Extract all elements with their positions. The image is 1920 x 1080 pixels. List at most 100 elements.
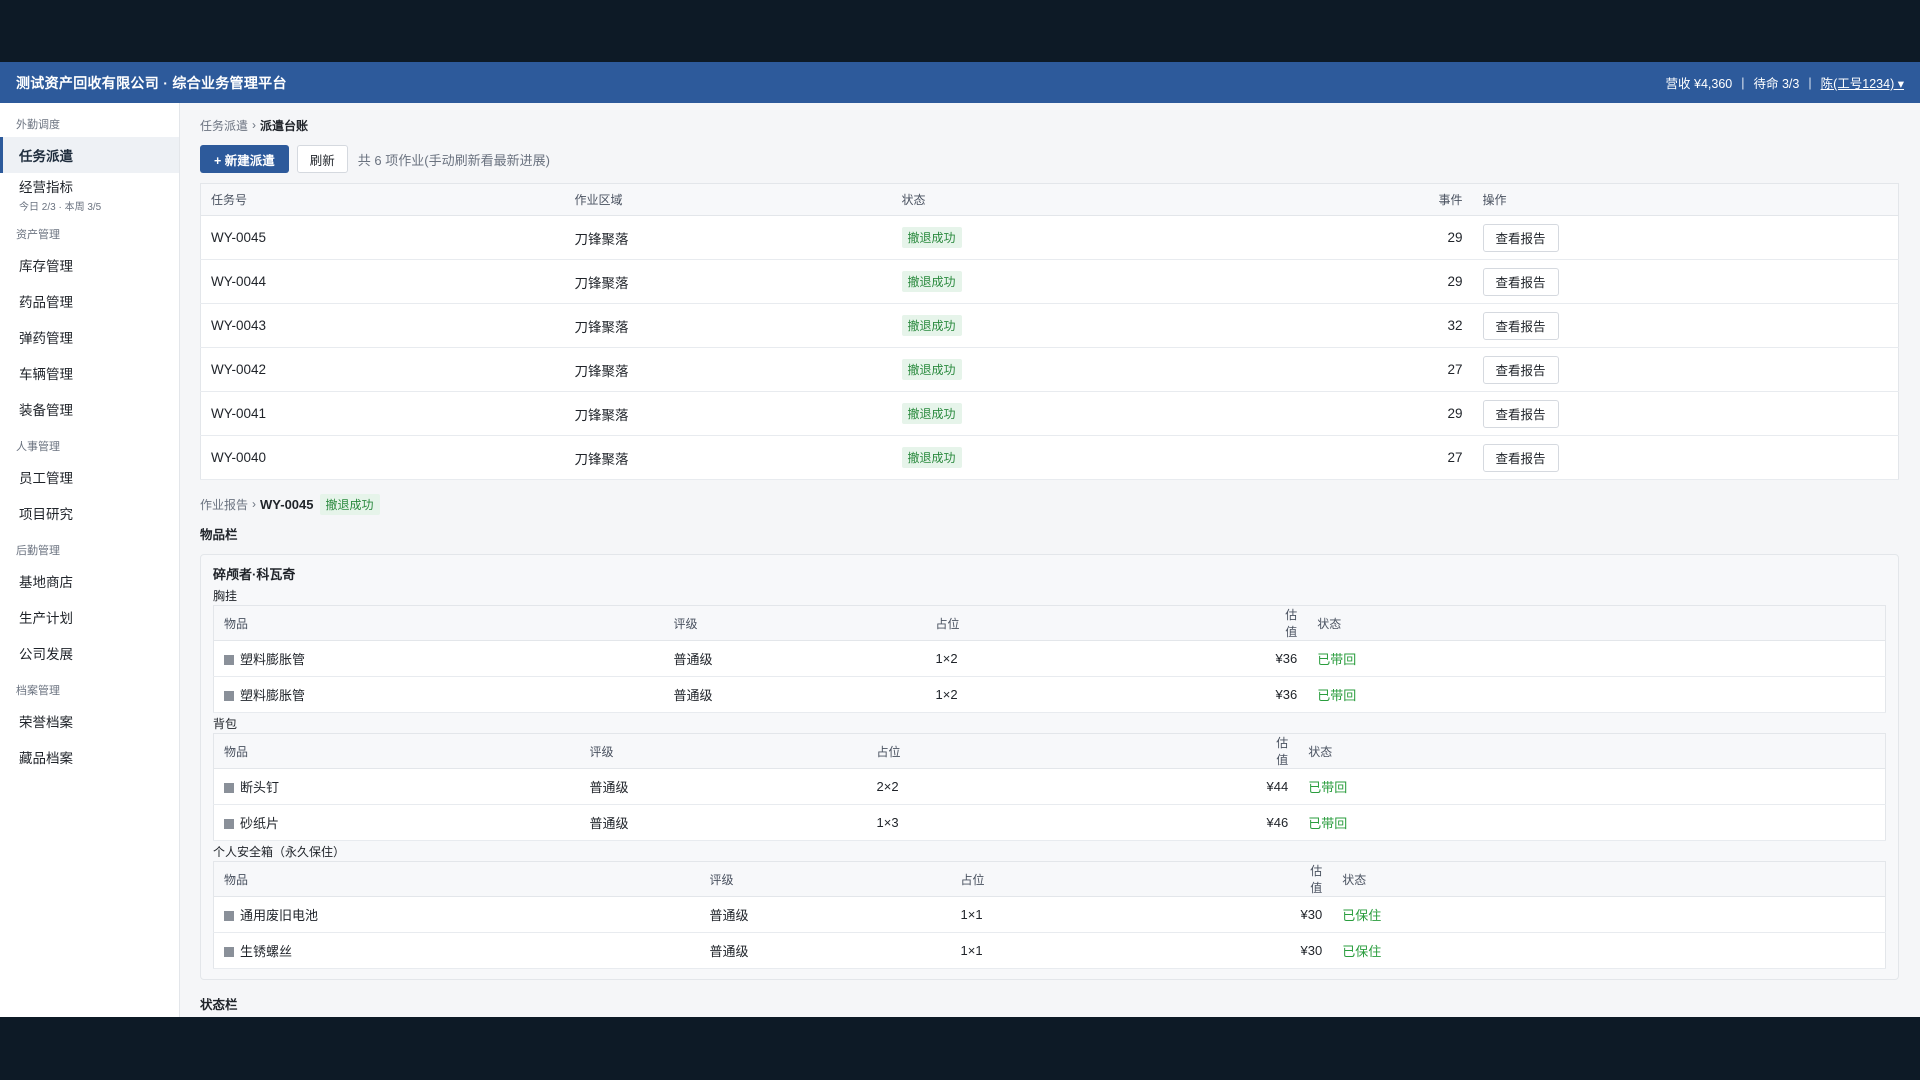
sidebar-item[interactable]: 公司发展 xyxy=(0,635,179,671)
column-header: 估值 xyxy=(1265,605,1308,641)
item-state: 已保住 xyxy=(1332,896,1886,933)
column-header: 状态 xyxy=(891,183,1372,216)
item-value: ¥36 xyxy=(1265,640,1308,677)
app-title: 测试资产回收有限公司 · 综合业务管理平台 xyxy=(16,74,287,91)
view-report-button[interactable]: 查看报告 xyxy=(1482,267,1559,296)
item-state: 已带回 xyxy=(1298,768,1886,805)
status-badge: 撤退成功 xyxy=(901,271,962,292)
table-row: WY-0041 刀锋聚落 撤退成功 29 查看报告 xyxy=(200,391,1899,436)
report-crumb-parent[interactable]: 作业报告 xyxy=(200,496,248,513)
item-grade: 普通级 xyxy=(699,932,951,969)
sidebar-item-label: 生产计划 xyxy=(19,611,73,626)
sidebar-item[interactable]: 弹药管理 xyxy=(0,319,179,355)
breadcrumb: 任务派遣 › 派遣台账 xyxy=(200,115,1900,135)
item-state: 已带回 xyxy=(1307,676,1886,713)
task-action-cell: 查看报告 xyxy=(1472,215,1899,260)
new-dispatch-button[interactable]: + 新建派遣 xyxy=(200,145,289,173)
sidebar-item[interactable]: 车辆管理 xyxy=(0,355,179,391)
table-row: 塑料膨胀管 普通级 1×2 ¥36 已带回 xyxy=(213,676,1886,713)
table-header-row: 物品 评级 占位 估值 状态 xyxy=(213,861,1886,897)
sidebar-item[interactable]: 经营指标 今日 2/3 · 本周 3/5 xyxy=(0,173,179,215)
table-header-row: 任务号 作业区域 状态 事件 操作 xyxy=(200,183,1899,216)
breadcrumb-parent[interactable]: 任务派遣 xyxy=(200,117,248,134)
sidebar-item-label: 员工管理 xyxy=(19,471,73,486)
item-state: 已带回 xyxy=(1298,804,1886,841)
task-id: WY-0043 xyxy=(200,303,565,348)
sidebar-item-label: 药品管理 xyxy=(19,295,73,310)
item-value: ¥44 xyxy=(1256,768,1299,805)
item-name: 通用废旧电池 xyxy=(240,908,319,923)
task-events: 29 xyxy=(1371,215,1473,260)
task-area: 刀锋聚落 xyxy=(564,391,892,436)
task-status-cell: 撤退成功 xyxy=(891,391,1372,436)
view-report-button[interactable]: 查看报告 xyxy=(1482,399,1559,428)
sidebar-item[interactable]: 基地商店 xyxy=(0,563,179,599)
divider: | xyxy=(1741,75,1745,90)
main-content: 任务派遣 › 派遣台账 + 新建派遣 刷新 共 6 项作业(手动刷新看最新进展)… xyxy=(180,103,1920,1017)
refresh-button[interactable]: 刷新 xyxy=(296,145,348,173)
sidebar-group-label: 档案管理 xyxy=(16,685,60,697)
sidebar-item[interactable]: 装备管理 xyxy=(0,391,179,427)
column-header: 物品 xyxy=(213,605,664,641)
status-badge: 撤退成功 xyxy=(319,493,380,515)
sidebar-item[interactable]: 荣誉档案 xyxy=(0,703,179,739)
item-state: 已保住 xyxy=(1332,932,1886,969)
sidebar-item-label: 荣誉档案 xyxy=(19,715,73,730)
item-grade: 普通级 xyxy=(663,676,926,713)
sidebar-item[interactable]: 项目研究 xyxy=(0,495,179,531)
view-report-button[interactable]: 查看报告 xyxy=(1482,223,1559,252)
status-badge: 撤退成功 xyxy=(901,315,962,336)
status-badge: 撤退成功 xyxy=(901,359,962,380)
task-events: 29 xyxy=(1371,259,1473,304)
sidebar-item[interactable]: 藏品档案 xyxy=(0,739,179,775)
item-value: ¥36 xyxy=(1265,676,1308,713)
table-row: 断头钉 普通级 2×2 ¥44 已带回 xyxy=(213,768,1886,805)
task-status-cell: 撤退成功 xyxy=(891,435,1372,480)
sidebar-item-label: 库存管理 xyxy=(19,259,73,274)
column-header: 占位 xyxy=(925,605,1266,641)
item-name-cell: 塑料膨胀管 xyxy=(213,640,664,677)
sidebar-item[interactable]: 员工管理 xyxy=(0,459,179,495)
item-name-cell: 通用废旧电池 xyxy=(213,896,700,933)
column-header: 状态 xyxy=(1307,605,1886,641)
item-name: 生锈螺丝 xyxy=(240,944,293,959)
item-table: 物品 评级 占位 估值 状态 塑料膨胀管 普通级 1×2 ¥36 已带回 塑料膨胀管 普通级 1×2 ¥3… xyxy=(213,605,1886,713)
item-table: 物品 评级 占位 估值 状态 通用废旧电池 普通级 1×1 ¥30 已保住 生锈螺丝 普通级 1×1 ¥3… xyxy=(213,861,1886,969)
sidebar-item-label: 项目研究 xyxy=(19,507,73,522)
view-report-button[interactable]: 查看报告 xyxy=(1482,355,1559,384)
slot-title: 胸挂 xyxy=(213,589,238,603)
column-header: 占位 xyxy=(866,733,1257,769)
divider: | xyxy=(1808,75,1812,90)
sidebar-item-sub: 今日 2/3 · 本周 3/5 xyxy=(19,201,102,213)
view-report-button[interactable]: 查看报告 xyxy=(1482,443,1559,472)
item-square-icon xyxy=(224,947,234,957)
column-header: 操作 xyxy=(1472,183,1899,216)
task-events: 29 xyxy=(1371,391,1473,436)
column-header: 事件 xyxy=(1371,183,1473,216)
slot-title: 背包 xyxy=(213,717,238,731)
table-row: 通用废旧电池 普通级 1×1 ¥30 已保住 xyxy=(213,896,1886,933)
chevron-right-icon: › xyxy=(252,118,257,132)
item-name-cell: 砂纸片 xyxy=(213,804,580,841)
sidebar-item-label: 公司发展 xyxy=(19,647,73,662)
chevron-right-icon: › xyxy=(252,497,257,511)
sidebar-item[interactable]: 任务派遣 xyxy=(0,137,179,173)
column-header: 估值 xyxy=(1256,733,1299,769)
task-action-cell: 查看报告 xyxy=(1472,391,1899,436)
sidebar-item[interactable]: 生产计划 xyxy=(0,599,179,635)
user-menu[interactable]: 陈(工号1234) ▾ xyxy=(1821,73,1904,92)
sidebar-item-label: 车辆管理 xyxy=(19,367,73,382)
report-breadcrumb: 作业报告 › WY-0045 撤退成功 xyxy=(200,493,1900,515)
toolbar: + 新建派遣 刷新 共 6 项作业(手动刷新看最新进展) xyxy=(200,145,1900,173)
view-report-button[interactable]: 查看报告 xyxy=(1482,311,1559,340)
sidebar-item[interactable]: 药品管理 xyxy=(0,283,179,319)
item-square-icon xyxy=(224,783,234,793)
task-area: 刀锋聚落 xyxy=(564,347,892,392)
task-action-cell: 查看报告 xyxy=(1472,435,1899,480)
item-name: 砂纸片 xyxy=(240,816,280,831)
item-square-icon xyxy=(224,911,234,921)
table-header-row: 物品 评级 占位 估值 状态 xyxy=(213,733,1886,769)
status-section-title: 状态栏 xyxy=(200,998,238,1012)
sidebar-item[interactable]: 库存管理 xyxy=(0,247,179,283)
item-grade: 普通级 xyxy=(699,896,951,933)
